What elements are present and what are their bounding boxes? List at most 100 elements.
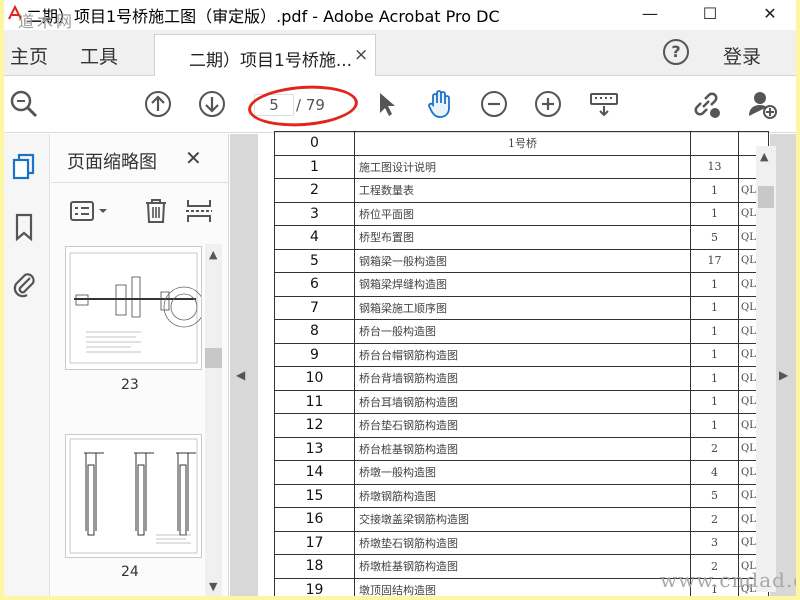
table-cell: 3 (690, 530, 739, 555)
scroll-down-arrow-icon[interactable]: ▼ (209, 580, 217, 593)
minimize-button[interactable]: — (630, 0, 670, 26)
menu-bar: 主页 工具 二期）项目1号桥施... × ? 登录 (4, 30, 796, 76)
table-cell: 桥台台帽钢筋构造图 (354, 342, 691, 367)
table-cell: 桥台一般构造图 (354, 319, 691, 344)
table-cell: 1 (690, 178, 739, 203)
table-cell: 1 (690, 272, 739, 297)
close-window-button[interactable]: ✕ (750, 0, 790, 26)
maximize-button[interactable]: ☐ (690, 0, 730, 26)
menu-home[interactable]: 主页 (10, 42, 48, 69)
thumbnail-label: 23 (121, 377, 139, 393)
table-cell (690, 131, 739, 156)
table-cell: 4 (274, 225, 355, 250)
table-cell: 15 (274, 483, 355, 508)
table-cell: 钢箱梁施工顺序图 (354, 295, 691, 320)
table-cell: 2 (274, 178, 355, 203)
delete-page-icon[interactable] (143, 198, 169, 224)
table-cell: 1 (690, 319, 739, 344)
table-row: 9 桥台台帽钢筋构造图 1 QL- (274, 342, 769, 367)
table-cell: 18 (274, 554, 355, 579)
watermark-top-left: 道木网 (18, 12, 76, 31)
table-cell: 5 (690, 483, 739, 508)
table-cell: 桥墩钢筋构造图 (354, 483, 691, 508)
select-pointer-icon[interactable] (370, 88, 402, 120)
thumbnail-scrollbar[interactable]: ▲ ▼ (205, 244, 222, 596)
table-row: 5 钢箱梁一般构造图 17 QL- (274, 248, 769, 273)
watermark-bottom-right: www.cndad.com (660, 568, 796, 592)
zoom-out-icon[interactable] (478, 88, 510, 120)
table-cell: 10 (274, 366, 355, 391)
table-cell: 8 (274, 319, 355, 344)
document-tab-label: 二期）项目1号桥施... (189, 51, 353, 71)
title-bar: 二期）项目1号桥施工图（审定版）.pdf - Adobe Acrobat Pro… (4, 0, 796, 26)
table-cell: 1 (690, 389, 739, 414)
hand-tool-icon[interactable] (424, 88, 456, 120)
table-cell: 桥墩一般构造图 (354, 460, 691, 485)
menu-tools[interactable]: 工具 (80, 42, 118, 69)
table-cell: 桥型布置图 (354, 225, 691, 250)
page-thumbnail-24[interactable] (65, 434, 202, 558)
scroll-up-arrow-icon[interactable]: ▲ (760, 150, 768, 163)
scrollbar-thumb[interactable] (758, 186, 774, 208)
table-cell: 2 (690, 507, 739, 532)
zoom-search-icon[interactable] (8, 88, 40, 120)
extract-page-icon[interactable] (185, 198, 213, 224)
page-down-icon[interactable] (196, 88, 228, 120)
table-cell: 6 (274, 272, 355, 297)
expand-right-pane-icon[interactable]: ▶ (779, 368, 788, 382)
table-cell: 桥墩桩基钢筋构造图 (354, 554, 691, 579)
table-cell: 墩顶固结构造图 (354, 577, 691, 596)
bookmark-icon[interactable] (10, 212, 38, 242)
share-link-icon[interactable] (690, 88, 722, 120)
table-cell: 14 (274, 460, 355, 485)
document-scrollbar[interactable]: ▲ (756, 146, 776, 592)
help-button[interactable]: ? (663, 39, 689, 65)
window-title: 二期）项目1号桥施工图（审定版）.pdf - Adobe Acrobat Pro… (26, 7, 500, 26)
thumbnail-options-icon[interactable] (69, 198, 113, 224)
table-row: 2 工程数量表 1 QL- (274, 178, 769, 203)
table-cell: 0 (274, 131, 355, 156)
table-cell: 11 (274, 389, 355, 414)
page-thumbnail-23[interactable] (65, 246, 205, 370)
table-row: 17 桥墩垫石钢筋构造图 3 QL- (274, 530, 769, 555)
add-user-icon[interactable] (746, 88, 778, 120)
thumbnail-panel-close-icon[interactable]: ✕ (185, 146, 202, 170)
table-cell: 1 (690, 295, 739, 320)
table-row: 10 桥台背墙钢筋构造图 1 QL- (274, 366, 769, 391)
page-thumbnails-icon[interactable] (10, 152, 38, 182)
thumbnail-drawing (69, 438, 198, 554)
thumbnail-label: 24 (121, 564, 139, 580)
keyboard-scroll-icon[interactable] (588, 88, 620, 120)
attachment-icon[interactable] (10, 268, 38, 298)
drawing-index-table: 0 1号桥 1 施工图设计说明 13 2 工程数量表 1 QL- 3 桥位平面图 1 QL- 4 桥型布… (274, 131, 769, 596)
document-tab[interactable]: 二期）项目1号桥施... × (154, 34, 376, 76)
table-cell: 19 (274, 577, 355, 596)
zoom-in-icon[interactable] (532, 88, 564, 120)
table-row: 12 桥台垫石钢筋构造图 1 QL- (274, 413, 769, 438)
table-cell: 7 (274, 295, 355, 320)
login-button[interactable]: 登录 (723, 42, 761, 69)
table-cell: 桥台背墙钢筋构造图 (354, 366, 691, 391)
table-cell: 5 (274, 248, 355, 273)
table-cell: 桥位平面图 (354, 201, 691, 226)
table-cell: 钢箱梁焊缝构造图 (354, 272, 691, 297)
scroll-up-arrow-icon[interactable]: ▲ (209, 248, 217, 261)
document-tab-close-icon[interactable]: × (354, 45, 368, 65)
divider (51, 182, 229, 183)
left-navigation-rail (4, 134, 50, 596)
table-cell: 1 (690, 366, 739, 391)
table-cell: 桥墩垫石钢筋构造图 (354, 530, 691, 555)
table-row: 11 桥台耳墙钢筋构造图 1 QL- (274, 389, 769, 414)
collapse-left-pane-icon[interactable]: ◀ (236, 368, 245, 382)
table-cell: 钢箱梁一般构造图 (354, 248, 691, 273)
table-cell: 桥台桩基钢筋构造图 (354, 436, 691, 461)
page-up-icon[interactable] (142, 88, 174, 120)
thumbnail-panel: 页面缩略图 ✕ 23 24 ▲ ▼ (51, 134, 229, 596)
scrollbar-thumb[interactable] (205, 348, 222, 368)
table-cell: 桥台垫石钢筋构造图 (354, 413, 691, 438)
thumbnail-drawing (69, 252, 205, 364)
table-cell: 17 (690, 248, 739, 273)
table-row: 15 桥墩钢筋构造图 5 QL- (274, 483, 769, 508)
table-cell: 13 (690, 154, 739, 179)
table-row: 13 桥台桩基钢筋构造图 2 QL- (274, 436, 769, 461)
